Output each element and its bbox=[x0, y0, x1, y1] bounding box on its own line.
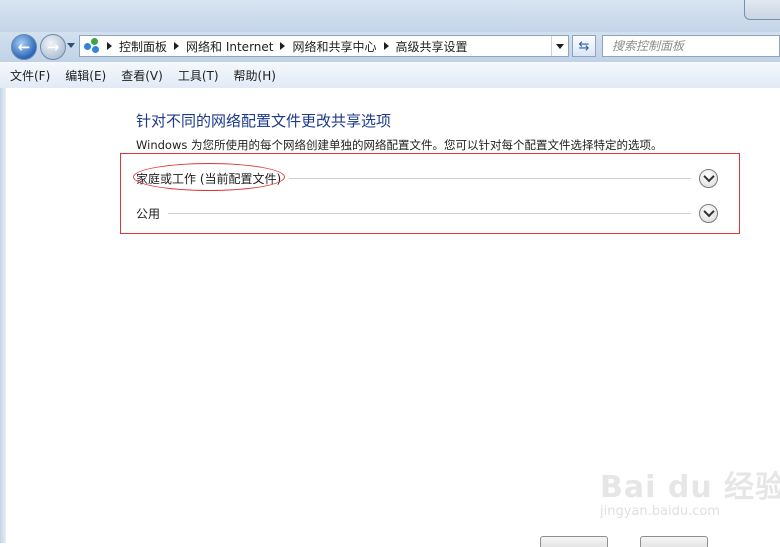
search-input[interactable]: 搜索控制面板 bbox=[602, 35, 780, 57]
breadcrumb-arrow-icon[interactable] bbox=[280, 42, 286, 50]
breadcrumb-control-panel[interactable]: 控制面板 bbox=[119, 38, 167, 55]
menu-view[interactable]: 查看(V) bbox=[118, 67, 166, 84]
breadcrumb-advanced-sharing[interactable]: 高级共享设置 bbox=[396, 38, 468, 55]
window-title-bar bbox=[0, 0, 780, 32]
chevron-down-icon bbox=[702, 170, 715, 183]
chevron-down-icon bbox=[556, 43, 564, 49]
navigation-bar: ← → 控制面板 网络和 Internet 网络和共享中心 高级共享设置 ⇆ 搜… bbox=[0, 32, 780, 62]
divider bbox=[168, 212, 691, 214]
watermark-logo: Bai du 经验 bbox=[600, 470, 780, 505]
annotation-ellipse bbox=[133, 163, 285, 191]
breadcrumb-arrow-icon[interactable] bbox=[174, 42, 180, 50]
save-changes-button[interactable] bbox=[540, 536, 608, 547]
profile-public[interactable]: 公用 bbox=[136, 201, 718, 225]
divider bbox=[289, 177, 691, 179]
control-panel-icon bbox=[84, 38, 100, 54]
expand-profile-button[interactable] bbox=[699, 168, 718, 188]
back-button[interactable]: ← bbox=[11, 34, 37, 60]
watermark-url: jingyan.baidu.com bbox=[600, 504, 720, 519]
refresh-button[interactable]: ⇆ bbox=[572, 35, 596, 57]
address-dropdown-button[interactable] bbox=[551, 36, 568, 56]
back-arrow-icon: ← bbox=[17, 37, 31, 56]
address-bar[interactable]: 控制面板 网络和 Internet 网络和共享中心 高级共享设置 bbox=[79, 35, 569, 57]
breadcrumb-arrow-icon[interactable] bbox=[107, 42, 112, 50]
menu-tools[interactable]: 工具(T) bbox=[175, 67, 222, 84]
refresh-icon: ⇆ bbox=[578, 38, 590, 54]
forward-button[interactable]: → bbox=[40, 34, 66, 60]
watermark: Bai du 经验 jingyan.baidu.com bbox=[600, 454, 780, 534]
chevron-down-icon bbox=[702, 205, 715, 218]
page-description: Windows 为您所使用的每个网络创建单独的网络配置文件。您可以针对每个配置文… bbox=[136, 138, 663, 152]
close-window-button[interactable] bbox=[744, 0, 780, 20]
breadcrumb-network-internet[interactable]: 网络和 Internet bbox=[186, 38, 273, 55]
recent-pages-dropdown-icon[interactable] bbox=[67, 43, 75, 48]
menu-bar: 文件(F) 编辑(E) 查看(V) 工具(T) 帮助(H) bbox=[0, 62, 780, 89]
menu-help[interactable]: 帮助(H) bbox=[231, 67, 279, 84]
expand-profile-button[interactable] bbox=[699, 203, 718, 223]
menu-edit[interactable]: 编辑(E) bbox=[62, 67, 109, 84]
forward-arrow-icon: → bbox=[46, 37, 60, 56]
cancel-button[interactable] bbox=[640, 536, 708, 547]
breadcrumb-arrow-icon[interactable] bbox=[383, 42, 389, 50]
profile-label: 公用 bbox=[136, 206, 161, 221]
breadcrumb-network-sharing-center[interactable]: 网络和共享中心 bbox=[292, 38, 376, 55]
page-title: 针对不同的网络配置文件更改共享选项 bbox=[136, 112, 392, 130]
menu-file[interactable]: 文件(F) bbox=[7, 67, 53, 84]
